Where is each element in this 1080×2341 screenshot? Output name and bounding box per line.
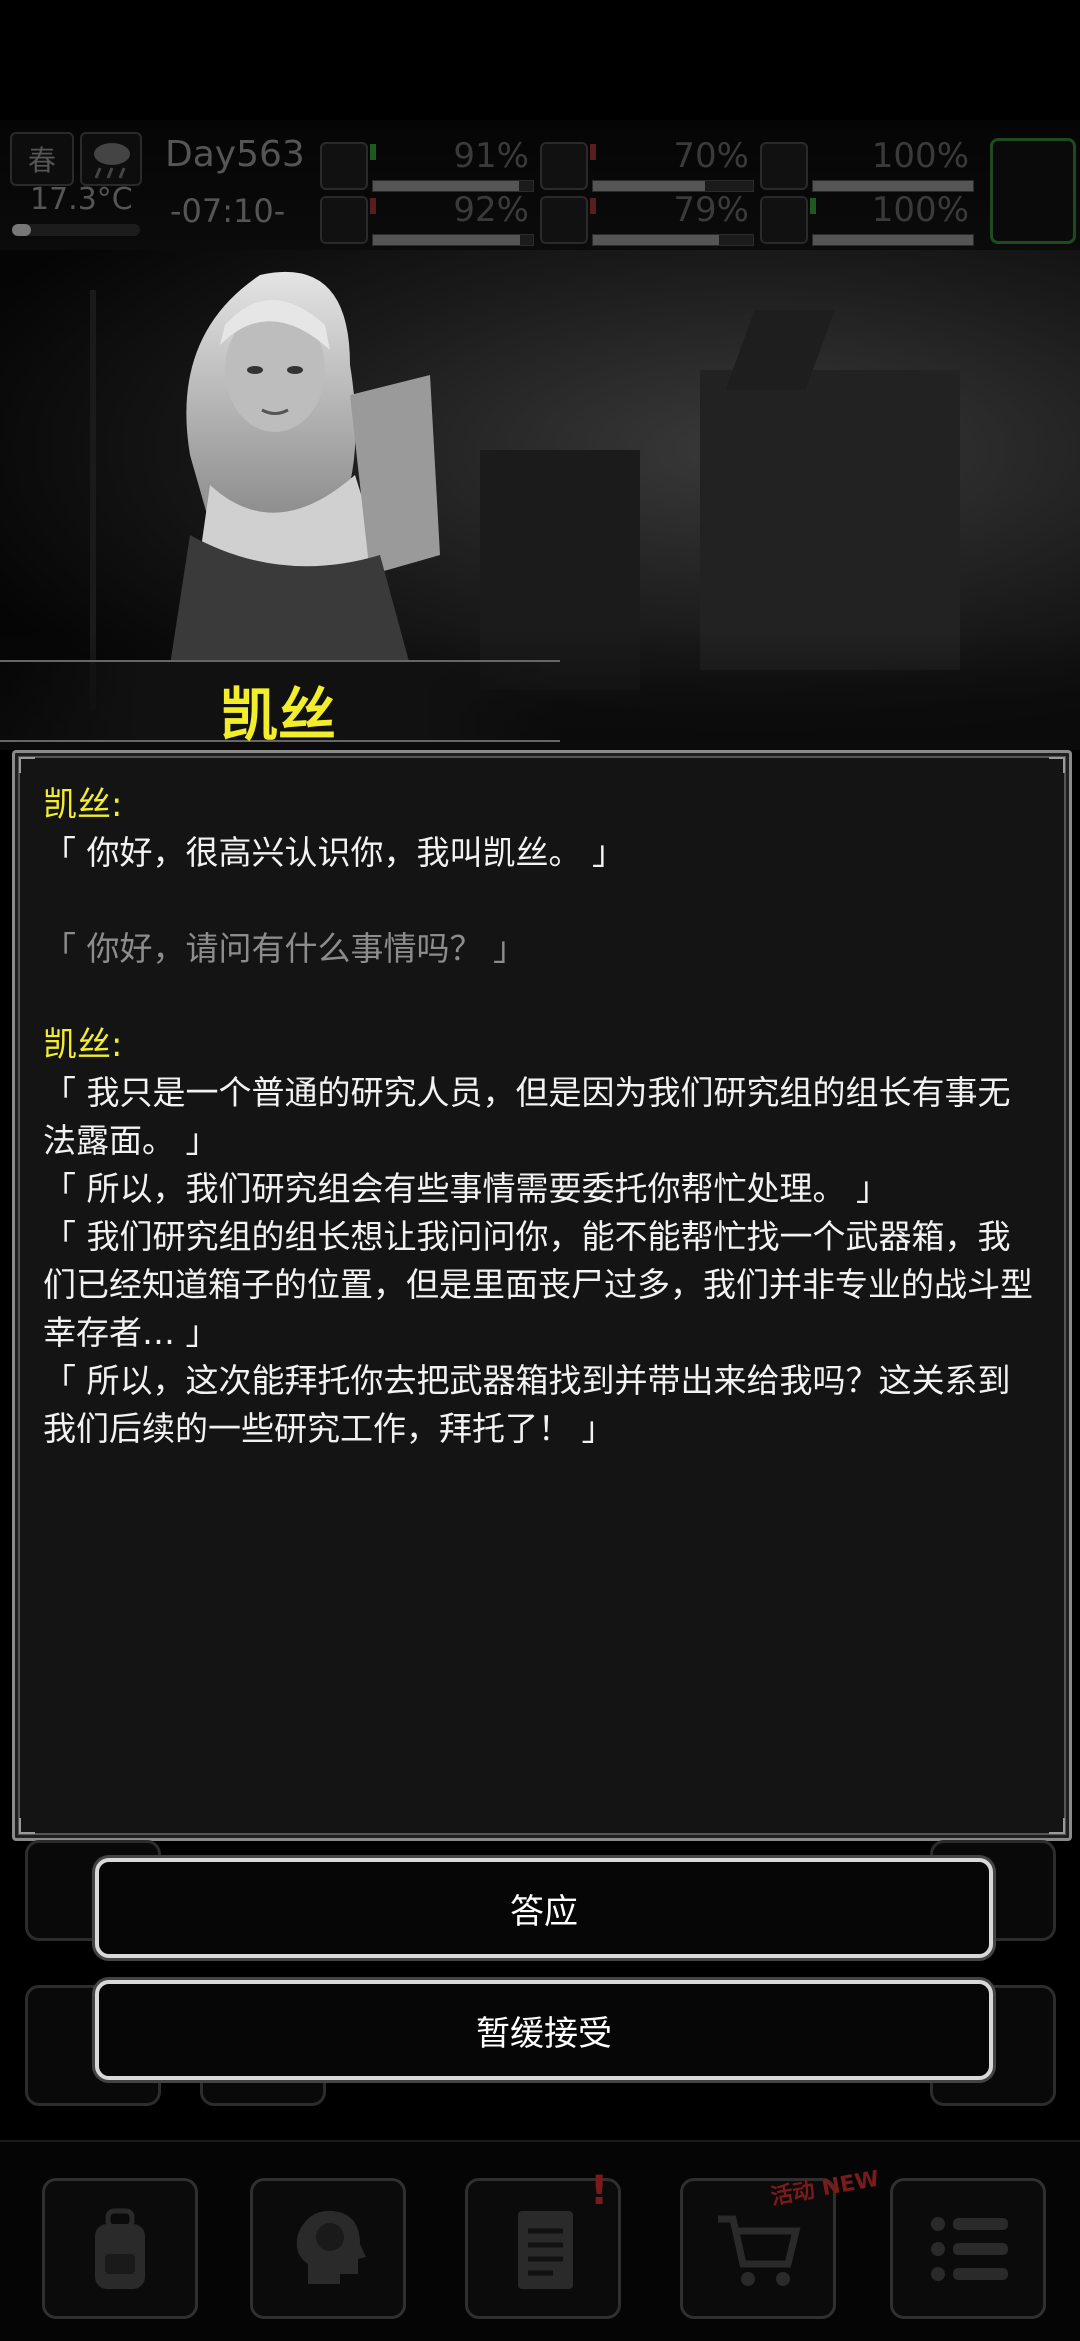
temperature-label: 17.3°C (30, 182, 133, 217)
menu-list-icon (931, 2217, 1008, 2281)
backpack-icon (95, 2208, 145, 2289)
speaker-label: 凯丝: (43, 1025, 123, 1065)
bottom-nav (0, 2140, 1080, 2341)
speaker-label: 凯丝: (43, 785, 123, 825)
season-indicator: 春 (10, 132, 74, 186)
weather-icon (80, 132, 142, 186)
player-reply: 「 你好，请问有什么事情吗？ 」 (43, 929, 526, 968)
stat-hunger: 70% (540, 136, 755, 192)
dialog-panel: 凯丝: 「 你好，很高兴认识你，我叫凯丝。 」 「 你好，请问有什么事情吗？ 」… (12, 750, 1072, 1841)
dialog-text: 凯丝: 「 你好，很高兴认识你，我叫凯丝。 」 「 你好，请问有什么事情吗？ 」… (43, 781, 1033, 1453)
postpone-button[interactable]: 暂缓接受 (95, 1980, 993, 2080)
stomach-icon (540, 142, 588, 190)
character-name: 凯丝 (220, 681, 337, 749)
stat-sleep: 100% (760, 136, 975, 192)
medkit-icon (320, 142, 368, 190)
dialog-line: 「 所以，这次能拜托你去把武器箱找到并带出来给我吗？这关系到我们后续的一些研究工… (43, 1361, 1011, 1448)
task-alert-badge: ! (590, 2168, 609, 2214)
stat-stamina: 92% (320, 190, 535, 246)
character-portrait (170, 271, 440, 665)
stat-mood: 100% (760, 190, 975, 246)
water-drop-icon (540, 196, 588, 244)
notebook-icon (518, 2211, 573, 2289)
dialog-line: 「 我只是一个普通的研究人员，但是因为我们研究组的组长有事无法露面。 」 (43, 1073, 1011, 1160)
shopping-cart-icon (718, 2215, 801, 2286)
nav-skills[interactable] (250, 2178, 406, 2319)
heart-icon (760, 196, 808, 244)
head-brain-icon (296, 2210, 366, 2284)
accept-button[interactable]: 答应 (95, 1858, 993, 1958)
nav-backpack[interactable] (42, 2178, 198, 2319)
day-counter: Day563 (165, 134, 305, 175)
nav-menu[interactable] (890, 2178, 1046, 2319)
temperature-bar (12, 224, 140, 236)
game-clock: -07:10- (170, 192, 286, 230)
pill-icon (760, 142, 808, 190)
dialog-line: 「 你好，很高兴认识你，我叫凯丝。 」 (43, 833, 625, 872)
status-bar: 春 17.3°C Day563 -07:10- 91% 92% 70% 79% … (0, 120, 1080, 250)
character-name-plate: 凯丝 (0, 660, 560, 749)
dialog-line: 「 我们研究组的组长想让我问问你，能不能帮忙找一个武器箱，我们已经知道箱子的位置… (43, 1217, 1033, 1352)
dialog-line: 「 所以，我们研究组会有些事情需要委托你帮忙处理。 」 (43, 1169, 889, 1208)
stat-health: 91% (320, 136, 535, 192)
stat-thirst: 79% (540, 190, 755, 246)
boot-icon (320, 196, 368, 244)
minimap[interactable] (990, 138, 1076, 244)
